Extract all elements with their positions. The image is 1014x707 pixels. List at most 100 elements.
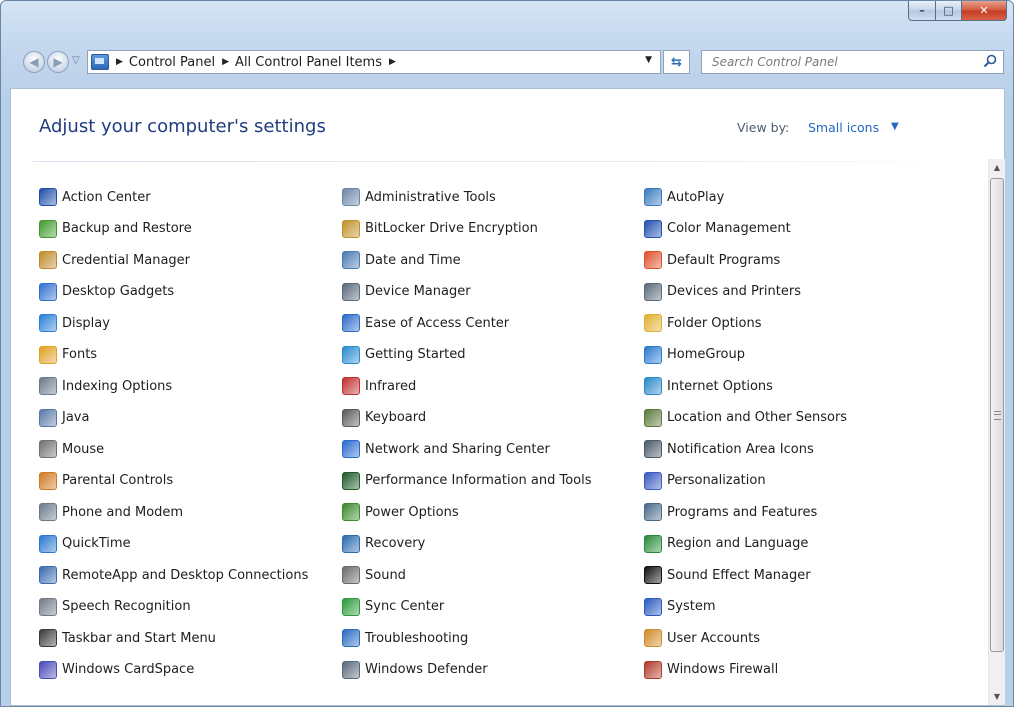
control-panel-item[interactable]: Infrared [342,376,416,396]
control-panel-item[interactable]: Network and Sharing Center [342,439,550,459]
flag-icon [39,188,57,206]
control-panel-item[interactable]: Internet Options [644,376,773,396]
control-panel-item[interactable]: Windows Defender [342,660,488,680]
quicktime-icon [39,534,57,553]
control-panel-item[interactable]: Windows Firewall [644,660,778,680]
view-by-chevron-down-icon[interactable]: ▼ [891,121,899,132]
user-accounts-icon [644,629,662,647]
recent-pages-chevron-down-icon[interactable]: ▽ [72,55,80,66]
control-panel-item[interactable]: User Accounts [644,628,760,648]
control-panel-item-label: Fonts [62,347,98,362]
control-panel-item[interactable]: Ease of Access Center [342,313,509,333]
control-panel-item[interactable]: Recovery [342,534,425,554]
control-panel-item[interactable]: Sync Center [342,597,444,617]
vertical-scrollbar[interactable]: ▲ ▼ [988,159,1005,705]
control-panel-item[interactable]: Windows CardSpace [39,660,194,680]
refresh-button[interactable]: ⇆ [663,50,690,74]
clock-icon [342,251,360,269]
control-panel-item[interactable]: Phone and Modem [39,502,183,522]
address-dropdown-icon[interactable]: ▼ [645,55,652,65]
close-button[interactable]: ✕ [962,1,1007,21]
forward-arrow-icon[interactable]: ▶ [47,51,69,73]
microphone-icon [39,597,57,616]
network-icon [342,440,360,458]
control-panel-item-label: Date and Time [365,252,461,268]
control-panel-item-label: Power Options [365,504,459,520]
control-panel-item[interactable]: Action Center [39,187,151,207]
control-panel-item-label: Recovery [365,536,426,551]
control-panel-item[interactable]: Devices and Printers [644,282,801,302]
control-panel-item[interactable]: RemoteApp and Desktop Connections [39,565,308,585]
control-panel-item-label: Troubleshooting [365,630,469,646]
control-panel-item[interactable]: HomeGroup [644,345,745,365]
control-panel-icon [91,54,109,70]
control-panel-item[interactable]: Sound Effect Manager [644,565,811,585]
control-panel-item[interactable]: Color Management [644,219,791,239]
control-panel-item[interactable]: AutoPlay [644,187,724,207]
printer-icon [644,282,662,301]
bitlocker-icon [342,219,360,238]
breadcrumb-separator-icon[interactable]: ▶ [389,57,396,67]
control-panel-item[interactable]: Region and Language [644,534,808,554]
control-panel-item[interactable]: Desktop Gadgets [39,282,174,302]
control-panel-item[interactable]: Power Options [342,502,459,522]
breadcrumb-all-items[interactable]: All Control Panel Items [235,55,382,70]
infrared-icon [342,377,360,395]
control-panel-item-label: Action Center [62,189,151,205]
control-panel-item[interactable]: Device Manager [342,282,471,302]
title-bar[interactable]: – □ ✕ [1,1,1013,39]
scroll-down-icon[interactable]: ▼ [989,688,1005,705]
control-panel-item[interactable]: Troubleshooting [342,628,468,648]
breadcrumb-control-panel[interactable]: Control Panel [129,55,215,70]
keyboard-icon [342,408,360,427]
view-by-dropdown[interactable]: Small icons [808,120,879,135]
control-panel-item[interactable]: Mouse [39,439,104,459]
control-panel-item[interactable]: Programs and Features [644,502,817,522]
maximize-button[interactable]: □ [936,1,962,21]
control-panel-item[interactable]: Speech Recognition [39,597,191,617]
control-panel-item[interactable]: Default Programs [644,250,780,270]
breadcrumb-separator-icon[interactable]: ▶ [222,57,229,67]
control-panel-item[interactable]: Display [39,313,110,333]
control-panel-item-label: Getting Started [365,347,466,362]
control-panel-item-label: Ease of Access Center [365,315,510,331]
control-panel-item-label: Location and Other Sensors [667,410,848,425]
taskbar-icon [39,629,57,647]
control-panel-item[interactable]: Date and Time [342,250,461,270]
sound-effect-icon [644,566,662,584]
control-panel-item-label: Color Management [667,221,791,236]
search-icon[interactable] [983,54,997,68]
control-panel-item[interactable]: Credential Manager [39,250,190,270]
scroll-up-icon[interactable]: ▲ [989,159,1005,176]
control-panel-item[interactable]: Performance Information and Tools [342,471,592,491]
control-panel-item[interactable]: Keyboard [342,408,426,428]
address-bar[interactable]: ▶ Control Panel ▶ All Control Panel Item… [87,50,661,74]
control-panel-item[interactable]: System [644,597,715,617]
control-panel-item-label: Keyboard [365,410,427,425]
control-panel-item-label: Administrative Tools [365,189,496,205]
scroll-thumb[interactable] [990,178,1004,652]
control-panel-item[interactable]: Administrative Tools [342,187,496,207]
control-panel-item[interactable]: Location and Other Sensors [644,408,847,428]
minimize-button[interactable]: – [908,1,936,21]
control-panel-item[interactable]: Indexing Options [39,376,172,396]
control-panel-item[interactable]: Getting Started [342,345,466,365]
control-panel-item[interactable]: Personalization [644,471,766,491]
control-panel-item[interactable]: Backup and Restore [39,219,192,239]
control-panel-item[interactable]: BitLocker Drive Encryption [342,219,538,239]
control-panel-item[interactable]: Folder Options [644,313,761,333]
sync-icon [342,597,360,616]
breadcrumb-separator-icon[interactable]: ▶ [116,57,123,67]
search-input[interactable] [710,54,964,70]
control-panel-item[interactable]: Java [39,408,89,428]
control-panel-window: – □ ✕ ◀ ▶ ▽ ▶ Control Panel ▶ All Contro… [0,0,1014,707]
control-panel-item[interactable]: Fonts [39,345,97,365]
control-panel-item[interactable]: QuickTime [39,534,131,554]
page-title: Adjust your computer's settings [39,116,326,137]
back-arrow-icon[interactable]: ◀ [23,51,45,73]
control-panel-item-label: Taskbar and Start Menu [62,630,216,646]
control-panel-item[interactable]: Parental Controls [39,471,173,491]
control-panel-item[interactable]: Taskbar and Start Menu [39,628,216,648]
control-panel-item[interactable]: Notification Area Icons [644,439,814,459]
control-panel-item[interactable]: Sound [342,565,406,585]
